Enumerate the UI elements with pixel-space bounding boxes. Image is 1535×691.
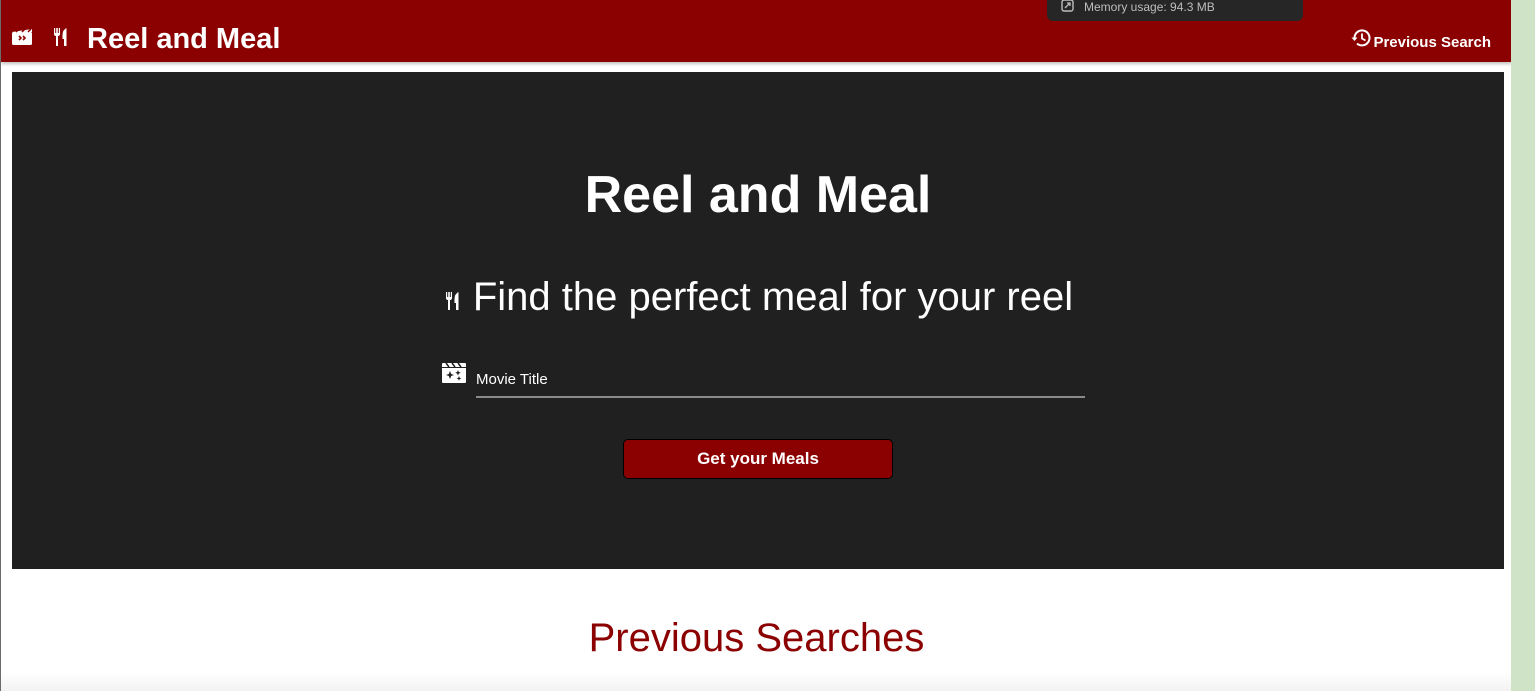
page-frame: Reel and Meal Previous Search Memory usa… — [0, 0, 1511, 691]
memory-usage-text: Memory usage: 94.3 MB — [1084, 0, 1215, 14]
movie-title-input[interactable] — [476, 362, 1085, 398]
previous-searches-heading: Previous Searches — [588, 616, 925, 660]
previous-search-label: Previous Search — [1373, 34, 1491, 51]
previous-search-link[interactable]: Previous Search — [1350, 28, 1491, 52]
hero-title: Reel and Meal — [584, 166, 932, 224]
hero-section: Reel and Meal Find the perfect meal for … — [12, 72, 1504, 569]
bottom-shadow — [1, 672, 1511, 691]
hero-subtitle-row: Find the perfect meal for your reel — [12, 272, 1504, 322]
history-icon — [1350, 28, 1372, 52]
fork-knife-icon — [51, 27, 71, 52]
fork-knife-icon — [443, 276, 463, 322]
memory-usage-tooltip: Memory usage: 94.3 MB — [1047, 0, 1303, 21]
movie-title-field — [441, 362, 1086, 398]
clapperboard-icon — [11, 27, 33, 51]
get-meals-button[interactable]: Get your Meals — [623, 439, 893, 479]
brand-title: Reel and Meal — [87, 23, 281, 55]
movie-filter-icon — [441, 362, 467, 389]
hero-subtitle: Find the perfect meal for your reel — [472, 275, 1074, 319]
nav-brand[interactable]: Reel and Meal — [11, 22, 280, 56]
memory-icon — [1061, 0, 1074, 15]
